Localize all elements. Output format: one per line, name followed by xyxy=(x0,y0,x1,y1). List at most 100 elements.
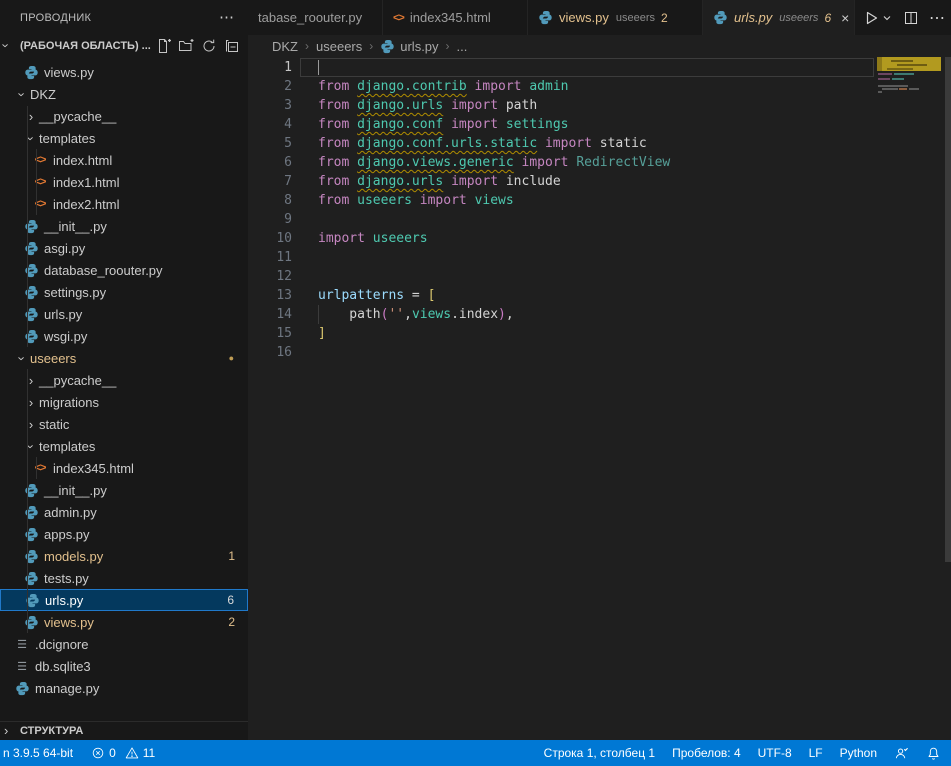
refresh-icon[interactable] xyxy=(201,38,217,54)
collapse-all-icon[interactable] xyxy=(224,38,240,54)
tree-item[interactable]: tests.py xyxy=(0,567,248,589)
run-python-file-icon[interactable] xyxy=(863,10,879,26)
error-icon xyxy=(91,746,105,760)
line-number: 7 xyxy=(248,172,292,191)
split-editor-icon[interactable] xyxy=(903,10,919,26)
tree-item[interactable]: __init__.py xyxy=(0,479,248,501)
code-token: RedirectView xyxy=(576,155,670,170)
bell-icon[interactable] xyxy=(926,746,941,761)
code-line[interactable]: 6from django.views.generic import Redire… xyxy=(248,153,951,172)
tree-item[interactable]: admin.py xyxy=(0,501,248,523)
outline-section-header[interactable]: › СТРУКТУРА xyxy=(0,721,248,740)
tree-item[interactable]: <>index1.html xyxy=(0,171,248,193)
status-indentation[interactable]: Пробелов: 4 xyxy=(672,746,741,760)
status-language[interactable]: Python xyxy=(840,746,877,760)
tree-item[interactable]: ☰.dcignore xyxy=(0,633,248,655)
tab-views.py[interactable]: views.pyuseeers2 xyxy=(528,0,703,35)
python-icon xyxy=(380,39,395,54)
chevron-right-icon: › xyxy=(23,418,39,431)
code-token: include xyxy=(506,174,561,189)
code-token: from xyxy=(318,79,349,94)
tree-item[interactable]: <>index2.html xyxy=(0,193,248,215)
code-editor[interactable]: 12from django.contrib import admin3from … xyxy=(248,58,951,362)
breadcrumb-item[interactable]: urls.py xyxy=(400,39,438,54)
status-cursor-position[interactable]: Строка 1, столбец 1 xyxy=(544,746,655,760)
code-line[interactable]: 10import useeers xyxy=(248,229,951,248)
tab-tabase_roouter.py[interactable]: tabase_roouter.py xyxy=(248,0,383,35)
breadcrumb-item[interactable]: useeers xyxy=(316,39,362,54)
feedback-icon[interactable] xyxy=(894,746,909,761)
new-file-icon[interactable] xyxy=(155,38,171,54)
tree-item[interactable]: ›DKZ xyxy=(0,83,248,105)
tree-item[interactable]: ›templates xyxy=(0,435,248,457)
tab-urls.py[interactable]: urls.pyuseeers6× xyxy=(703,0,855,35)
code-line[interactable]: 16 xyxy=(248,343,951,362)
code-token xyxy=(467,193,475,208)
tree-item[interactable]: ›__pycache__ xyxy=(0,105,248,127)
tree-item-label: urls.py xyxy=(45,593,83,608)
code-line[interactable]: 4from django.conf import settings xyxy=(248,115,951,134)
code-line[interactable]: 11 xyxy=(248,248,951,267)
code-line[interactable]: 13urlpatterns = [ xyxy=(248,286,951,305)
code-line[interactable]: 3from django.urls import path xyxy=(248,96,951,115)
status-problems[interactable]: 0 11 xyxy=(91,746,155,760)
status-python-version[interactable]: n 3.9.5 64-bit xyxy=(3,746,73,760)
tree-item[interactable]: ›__pycache__ xyxy=(0,369,248,391)
code-line[interactable]: 1 xyxy=(248,58,951,77)
editor-scrollbar[interactable] xyxy=(945,57,951,562)
code-line[interactable]: 14 path('',views.index), xyxy=(248,305,951,324)
tree-item[interactable]: wsgi.py xyxy=(0,325,248,347)
code-token xyxy=(498,98,506,113)
python-icon xyxy=(538,10,553,25)
code-line[interactable]: 2from django.contrib import admin xyxy=(248,77,951,96)
code-token: from xyxy=(318,193,349,208)
status-eol[interactable]: LF xyxy=(809,746,823,760)
code-line[interactable]: 8from useeers import views xyxy=(248,191,951,210)
tree-item[interactable]: <>index345.html xyxy=(0,457,248,479)
tree-item[interactable]: views.py xyxy=(0,61,248,83)
code-line[interactable]: 15] xyxy=(248,324,951,343)
tree-item[interactable]: ›static xyxy=(0,413,248,435)
code-token: from xyxy=(318,136,349,151)
tree-item[interactable]: ☰db.sqlite3 xyxy=(0,655,248,677)
run-dropdown-chevron-icon[interactable] xyxy=(881,12,893,24)
tab-index345.html[interactable]: <>index345.html xyxy=(383,0,528,35)
tree-item[interactable]: urls.py xyxy=(0,303,248,325)
workspace-section-header[interactable]: › (РАБОЧАЯ ОБЛАСТЬ) ... xyxy=(0,35,248,57)
tree-item-label: __init__.py xyxy=(44,483,107,498)
tree-item[interactable]: apps.py xyxy=(0,523,248,545)
file-icon-slot xyxy=(23,505,39,520)
line-number: 4 xyxy=(248,115,292,134)
problems-badge: 2 xyxy=(228,615,235,629)
tree-item[interactable]: manage.py xyxy=(0,677,248,699)
status-encoding[interactable]: UTF-8 xyxy=(758,746,792,760)
chevron-glyph: › xyxy=(29,396,33,409)
tree-item-label: asgi.py xyxy=(44,241,85,256)
tree-item[interactable]: <>index.html xyxy=(0,149,248,171)
tree-item[interactable]: models.py1 xyxy=(0,545,248,567)
code-line[interactable]: 12 xyxy=(248,267,951,286)
editor-more-actions-icon[interactable]: ⋯ xyxy=(929,8,945,28)
tree-item[interactable]: settings.py xyxy=(0,281,248,303)
minimap[interactable] xyxy=(876,57,945,377)
python-icon xyxy=(24,571,39,586)
code-line[interactable]: 5from django.conf.urls.static import sta… xyxy=(248,134,951,153)
explorer-more-actions-icon[interactable]: ⋯ xyxy=(219,13,234,23)
tree-item[interactable]: database_roouter.py xyxy=(0,259,248,281)
tree-item[interactable]: __init__.py xyxy=(0,215,248,237)
tree-item[interactable]: views.py2 xyxy=(0,611,248,633)
close-icon[interactable]: × xyxy=(841,11,849,25)
tree-item[interactable]: ›useeers● xyxy=(0,347,248,369)
breadcrumb-item[interactable]: ... xyxy=(457,39,468,54)
file-icon-slot xyxy=(23,285,39,300)
code-line[interactable]: 9 xyxy=(248,210,951,229)
chevron-down-icon: › xyxy=(14,352,30,365)
tree-item[interactable]: asgi.py xyxy=(0,237,248,259)
code-token xyxy=(467,79,475,94)
code-line[interactable]: 7from django.urls import include xyxy=(248,172,951,191)
tree-item[interactable]: urls.py6 xyxy=(0,589,248,611)
tree-item[interactable]: ›migrations xyxy=(0,391,248,413)
new-folder-icon[interactable] xyxy=(178,38,194,54)
breadcrumb-item[interactable]: DKZ xyxy=(272,39,298,54)
tree-item[interactable]: ›templates xyxy=(0,127,248,149)
